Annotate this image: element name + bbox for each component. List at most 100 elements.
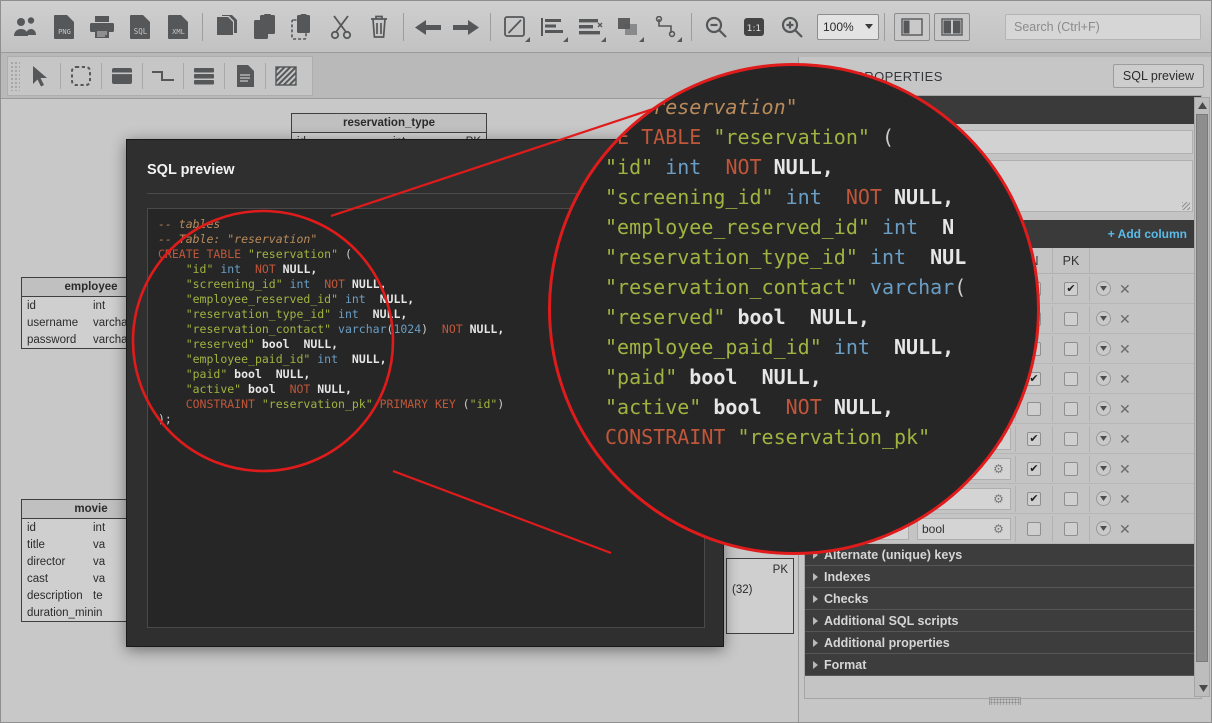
property-section-checks[interactable]: Checks <box>805 588 1201 610</box>
distribute-icon[interactable] <box>572 6 610 48</box>
nullable-checkbox[interactable]: ✔ <box>1027 461 1041 476</box>
new-relation-icon[interactable] <box>143 58 183 94</box>
primary-key-checkbox[interactable] <box>1064 341 1078 356</box>
delete-icon[interactable] <box>360 6 398 48</box>
primary-key-cell[interactable] <box>1053 491 1089 506</box>
align-left-icon[interactable] <box>534 6 572 48</box>
column-type-input[interactable]: bool ⚙ <box>917 517 1011 540</box>
gear-icon[interactable]: ⚙ <box>991 462 1006 476</box>
zoom-actual-icon[interactable]: 1:1 <box>735 6 773 48</box>
chevron-down-icon[interactable] <box>639 36 644 42</box>
zoom-level-select[interactable]: 100% <box>817 13 879 40</box>
resize-grip-icon[interactable] <box>1182 202 1190 210</box>
diagram-table-partial[interactable]: PK (32) <box>726 558 794 634</box>
add-column-button[interactable]: + Add column <box>1108 227 1187 241</box>
property-section-additional-sql-scripts[interactable]: Additional SQL scripts <box>805 610 1201 632</box>
redo-icon[interactable] <box>447 6 485 48</box>
export-sql-icon[interactable]: SQL <box>121 6 159 48</box>
remove-column-icon[interactable]: ✕ <box>1119 462 1131 476</box>
remove-column-icon[interactable]: ✕ <box>1119 402 1131 416</box>
column-type-cell[interactable]: bool ⚙ <box>913 517 1015 540</box>
search-input[interactable]: Search (Ctrl+F) <box>1005 13 1201 40</box>
primary-key-cell[interactable] <box>1053 521 1089 536</box>
new-table-icon[interactable] <box>102 58 142 94</box>
remove-column-icon[interactable]: ✕ <box>1119 342 1131 356</box>
paste-special-icon[interactable] <box>284 6 322 48</box>
table-row[interactable]: (32) <box>727 581 793 598</box>
scrollbar-thumb[interactable] <box>1196 114 1208 662</box>
chevron-down-icon[interactable] <box>1096 431 1111 446</box>
remove-column-icon[interactable]: ✕ <box>1119 432 1131 446</box>
new-area-icon[interactable] <box>266 58 306 94</box>
chevron-down-icon[interactable] <box>1096 311 1111 326</box>
primary-key-checkbox[interactable] <box>1064 521 1078 536</box>
remove-column-icon[interactable]: ✕ <box>1119 492 1131 506</box>
primary-key-checkbox[interactable]: ✔ <box>1064 281 1078 296</box>
primary-key-cell[interactable] <box>1053 431 1089 446</box>
property-section-alternate-unique-keys[interactable]: Alternate (unique) keys <box>805 544 1201 566</box>
chevron-down-icon[interactable] <box>1096 371 1111 386</box>
primary-key-cell[interactable] <box>1053 311 1089 326</box>
properties-scrollbar[interactable] <box>1194 97 1210 697</box>
new-note-icon[interactable] <box>225 58 265 94</box>
chevron-down-icon[interactable] <box>1096 281 1111 296</box>
remove-column-icon[interactable]: ✕ <box>1119 282 1131 296</box>
primary-key-checkbox[interactable] <box>1064 431 1078 446</box>
property-section-indexes[interactable]: Indexes <box>805 566 1201 588</box>
nullable-checkbox[interactable] <box>1027 401 1041 416</box>
sql-preview-button[interactable]: SQL preview <box>1112 64 1204 88</box>
cut-icon[interactable] <box>322 6 360 48</box>
marquee-tool-icon[interactable] <box>61 58 101 94</box>
primary-key-cell[interactable] <box>1053 401 1089 416</box>
scroll-up-icon[interactable] <box>1195 98 1209 112</box>
primary-key-cell[interactable] <box>1053 461 1089 476</box>
primary-key-cell[interactable]: ✔ <box>1053 281 1089 296</box>
gear-icon[interactable]: ⚙ <box>991 522 1006 536</box>
undo-icon[interactable] <box>409 6 447 48</box>
print-icon[interactable] <box>83 6 121 48</box>
primary-key-checkbox[interactable] <box>1064 461 1078 476</box>
chevron-down-icon[interactable] <box>525 36 530 42</box>
primary-key-checkbox[interactable] <box>1064 491 1078 506</box>
zoom-in-icon[interactable] <box>773 6 811 48</box>
gear-icon[interactable]: ⚙ <box>991 492 1006 506</box>
chevron-down-icon[interactable] <box>1096 341 1111 356</box>
property-section-format[interactable]: Format <box>805 654 1201 676</box>
line-style-icon[interactable] <box>496 6 534 48</box>
chevron-down-icon[interactable] <box>563 36 568 42</box>
primary-key-checkbox[interactable] <box>1064 371 1078 386</box>
export-png-icon[interactable]: PNG <box>45 6 83 48</box>
nullable-checkbox[interactable] <box>1027 521 1041 536</box>
paste-icon[interactable] <box>246 6 284 48</box>
nullable-cell[interactable] <box>1016 401 1052 416</box>
zoom-out-icon[interactable] <box>697 6 735 48</box>
chevron-down-icon[interactable] <box>1096 461 1111 476</box>
remove-column-icon[interactable]: ✕ <box>1119 522 1131 536</box>
remove-column-icon[interactable]: ✕ <box>1119 312 1131 326</box>
toggle-left-panel-button[interactable] <box>894 12 930 41</box>
toolbar-drag-grip[interactable] <box>10 61 20 91</box>
copy-icon[interactable] <box>208 6 246 48</box>
chevron-down-icon[interactable] <box>1096 401 1111 416</box>
nullable-cell[interactable]: ✔ <box>1016 431 1052 446</box>
chevron-down-icon[interactable] <box>1096 491 1111 506</box>
export-xml-icon[interactable]: XML <box>159 6 197 48</box>
route-icon[interactable] <box>648 6 686 48</box>
nullable-cell[interactable] <box>1016 521 1052 536</box>
primary-key-checkbox[interactable] <box>1064 401 1078 416</box>
nullable-checkbox[interactable]: ✔ <box>1027 491 1041 506</box>
chevron-down-icon[interactable] <box>1096 521 1111 536</box>
arrange-icon[interactable] <box>610 6 648 48</box>
nullable-cell[interactable]: ✔ <box>1016 461 1052 476</box>
chevron-down-icon[interactable] <box>677 36 682 42</box>
toggle-right-panel-button[interactable] <box>934 12 970 41</box>
pointer-tool-icon[interactable] <box>20 58 60 94</box>
nullable-checkbox[interactable]: ✔ <box>1027 431 1041 446</box>
nullable-cell[interactable]: ✔ <box>1016 491 1052 506</box>
property-section-additional-properties[interactable]: Additional properties <box>805 632 1201 654</box>
primary-key-checkbox[interactable] <box>1064 311 1078 326</box>
primary-key-cell[interactable] <box>1053 341 1089 356</box>
remove-column-icon[interactable]: ✕ <box>1119 372 1131 386</box>
new-view-icon[interactable] <box>184 58 224 94</box>
primary-key-cell[interactable] <box>1053 371 1089 386</box>
